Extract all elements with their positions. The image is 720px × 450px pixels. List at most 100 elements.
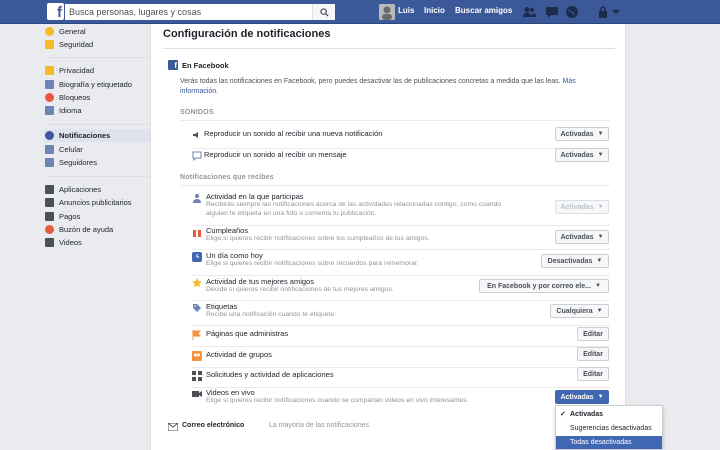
sounds-divider bbox=[180, 120, 610, 121]
row-divider bbox=[192, 249, 610, 250]
friend-requests-icon[interactable] bbox=[522, 5, 536, 19]
sidebar-item-language[interactable]: Idioma bbox=[44, 104, 150, 117]
sound-row-message: Reproducir un sonido al recibir un mensa… bbox=[180, 150, 610, 168]
message-icon bbox=[192, 151, 202, 161]
email-icon bbox=[168, 423, 178, 431]
birthdays-dropdown[interactable]: Activadas ▼ bbox=[555, 230, 609, 244]
search-icon bbox=[319, 7, 329, 17]
star-icon bbox=[192, 278, 202, 288]
globe-notifications-icon[interactable] bbox=[565, 5, 579, 19]
payments-icon bbox=[45, 212, 54, 221]
section-header-on-facebook: f En Facebook bbox=[168, 60, 229, 70]
facebook-logo[interactable]: f bbox=[47, 3, 64, 20]
messages-icon[interactable] bbox=[545, 5, 559, 19]
sidebar-item-mobile[interactable]: Celular bbox=[44, 143, 150, 156]
sidebar-item-ads[interactable]: Anuncios publicitarios bbox=[44, 196, 150, 209]
caret-down-icon: ▼ bbox=[597, 131, 604, 137]
activity-dropdown: Activadas ▼ bbox=[555, 200, 609, 214]
search-button[interactable] bbox=[312, 4, 335, 20]
caret-down-icon: ▼ bbox=[597, 152, 604, 158]
person-icon bbox=[193, 194, 201, 203]
gear-icon bbox=[45, 27, 54, 36]
sidebar-item-privacy[interactable]: Privacidad bbox=[44, 64, 150, 77]
facebook-icon: f bbox=[168, 60, 178, 70]
timeline-icon bbox=[45, 80, 54, 89]
profile-link[interactable]: Luis bbox=[398, 6, 414, 15]
setting-row-activity: Actividad en la que participas Recibirás… bbox=[180, 192, 610, 226]
caret-down-icon: ▼ bbox=[597, 394, 604, 400]
lifebuoy-icon bbox=[45, 225, 54, 234]
sidebar-item-payments[interactable]: Pagos bbox=[44, 210, 150, 223]
sounds-heading: SONIDOS bbox=[180, 109, 214, 116]
find-friends-link[interactable]: Buscar amigos bbox=[455, 6, 512, 15]
caret-down-icon: ▼ bbox=[597, 234, 604, 240]
video-icon bbox=[45, 238, 54, 247]
language-icon bbox=[45, 106, 54, 115]
page-title: Configuración de notificaciones bbox=[163, 28, 331, 40]
intro-text: Verás todas las notificaciones en Facebo… bbox=[180, 78, 576, 95]
flag-icon bbox=[192, 330, 202, 340]
ads-icon bbox=[45, 198, 54, 207]
speaker-icon bbox=[193, 132, 198, 138]
row-divider bbox=[192, 367, 610, 368]
sidebar-divider bbox=[45, 124, 149, 125]
gift-icon bbox=[193, 228, 201, 237]
sidebar-item-videos[interactable]: Videos bbox=[44, 236, 150, 249]
setting-row-pages: Páginas que administras bbox=[180, 329, 610, 347]
setting-row-tags: Etiquetas Recibe una notificación cuando… bbox=[180, 302, 610, 326]
setting-row-groups: Actividad de grupos bbox=[180, 350, 610, 368]
sound-notification-dropdown[interactable]: Activadas ▼ bbox=[555, 127, 609, 141]
caret-down-icon: ▼ bbox=[596, 308, 603, 314]
sidebar-item-blocking[interactable]: Bloqueos bbox=[44, 91, 150, 104]
row-divider bbox=[192, 148, 610, 149]
notifications-heading: Notificaciones que recibes bbox=[180, 174, 274, 181]
on-this-day-dropdown[interactable]: Desactivadas ▼ bbox=[541, 254, 609, 268]
setting-row-birthdays: Cumpleaños Elige si quieres recibir noti… bbox=[180, 226, 610, 250]
pages-edit-button[interactable]: Editar bbox=[577, 327, 609, 341]
sidebar-item-followers[interactable]: Seguidores bbox=[44, 156, 150, 169]
clock-icon bbox=[192, 252, 202, 262]
apps-edit-button[interactable]: Editar bbox=[577, 367, 609, 381]
sidebar-item-general[interactable]: General bbox=[44, 25, 150, 38]
live-video-icon bbox=[192, 391, 202, 397]
caret-down-icon: ▼ bbox=[594, 283, 601, 289]
sidebar-item-support-inbox[interactable]: Buzón de ayuda bbox=[44, 223, 150, 236]
sound-message-dropdown[interactable]: Activadas ▼ bbox=[555, 148, 609, 162]
lock-icon bbox=[45, 66, 54, 75]
close-friends-dropdown[interactable]: En Facebook y por correo ele... ▼ bbox=[479, 279, 609, 293]
row-divider bbox=[192, 346, 610, 347]
mobile-icon bbox=[45, 145, 54, 154]
groups-icon bbox=[192, 351, 202, 361]
sound-row-notification: Reproducir un sonido al recibir una nuev… bbox=[180, 129, 610, 149]
setting-row-apps: Solicitudes y actividad de aplicaciones bbox=[180, 370, 610, 388]
dropdown-option-suggestions-off[interactable]: Sugerencias desactivadas bbox=[556, 422, 662, 435]
dropdown-option-on[interactable]: ✓ Activadas bbox=[556, 408, 662, 421]
top-navigation-bar: f Busca personas, lugares y cosas Luis I… bbox=[0, 0, 720, 24]
setting-row-live-videos: Videos en vivo Elige si quieres recibir … bbox=[180, 388, 610, 410]
tags-dropdown[interactable]: Cualquiera ▼ bbox=[550, 304, 609, 318]
settings-sidebar: General Seguridad Privacidad Biografía y… bbox=[41, 24, 151, 450]
dropdown-option-all-off[interactable]: Todas desactivadas bbox=[556, 436, 662, 449]
notifications-divider bbox=[180, 185, 610, 186]
live-videos-dropdown-menu: ✓ Activadas Sugerencias desactivadas Tod… bbox=[555, 405, 663, 450]
block-icon bbox=[45, 93, 54, 102]
row-divider bbox=[192, 300, 610, 301]
title-divider bbox=[163, 48, 615, 49]
row-divider bbox=[192, 275, 610, 276]
tag-icon bbox=[193, 304, 201, 312]
row-divider bbox=[192, 325, 610, 326]
sidebar-item-timeline[interactable]: Biografía y etiquetado bbox=[44, 78, 150, 91]
sidebar-item-notifications[interactable]: Notificaciones bbox=[44, 129, 150, 142]
groups-edit-button[interactable]: Editar bbox=[577, 347, 609, 361]
caret-down-icon: ▼ bbox=[596, 258, 603, 264]
sidebar-item-security[interactable]: Seguridad bbox=[44, 38, 150, 51]
sidebar-item-apps[interactable]: Aplicaciones bbox=[44, 183, 150, 196]
apps-icon bbox=[192, 371, 202, 381]
sidebar-divider bbox=[45, 57, 149, 58]
chevron-down-icon[interactable] bbox=[609, 5, 623, 19]
home-link[interactable]: Inicio bbox=[424, 6, 445, 15]
sidebar-divider bbox=[45, 176, 149, 177]
search-input[interactable]: Busca personas, lugares y cosas bbox=[65, 4, 335, 20]
live-videos-dropdown[interactable]: Activadas ▼ bbox=[555, 390, 609, 404]
avatar[interactable] bbox=[379, 4, 395, 20]
